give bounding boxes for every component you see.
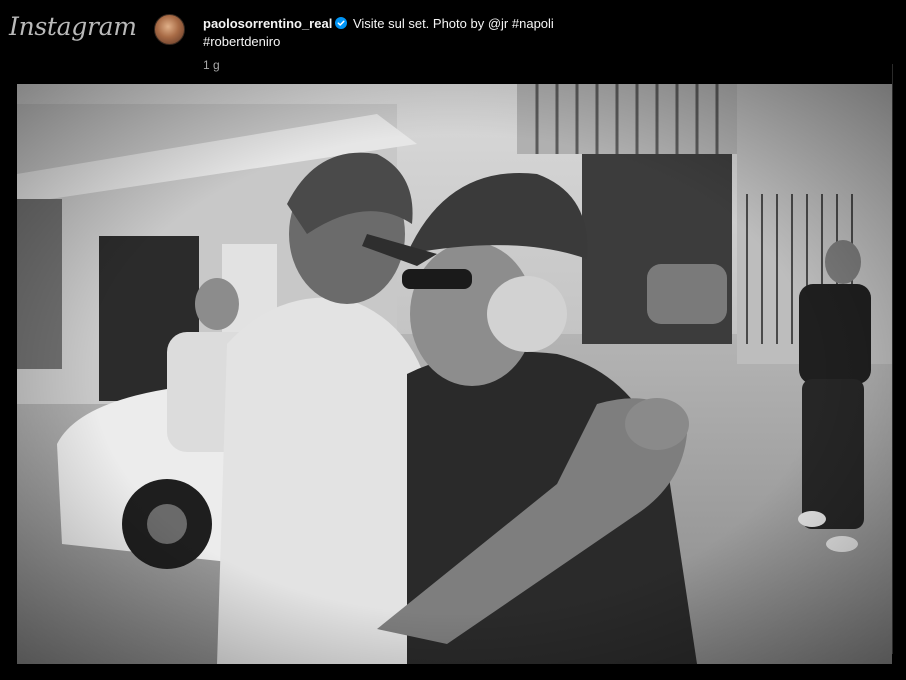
profile-avatar-icon[interactable] (154, 14, 185, 45)
author-username[interactable]: paolosorrentino_real (203, 16, 332, 31)
post-photo[interactable] (17, 84, 892, 664)
caption-hashtag-link[interactable]: #napoli (512, 16, 554, 31)
caption-hashtag-link[interactable]: #robertdeniro (203, 34, 280, 49)
caption-mention-link[interactable]: @jr (488, 16, 508, 31)
post-timestamp[interactable]: 1 g (203, 58, 220, 72)
verified-badge-icon (335, 17, 348, 29)
divider (892, 64, 893, 654)
photo-illustration (17, 84, 892, 664)
instagram-logo[interactable]: Instagram (9, 12, 137, 41)
caption-text: Visite sul set. Photo by (352, 16, 485, 31)
post-caption: paolosorrentino_real Visite sul set. Pho… (203, 15, 623, 51)
